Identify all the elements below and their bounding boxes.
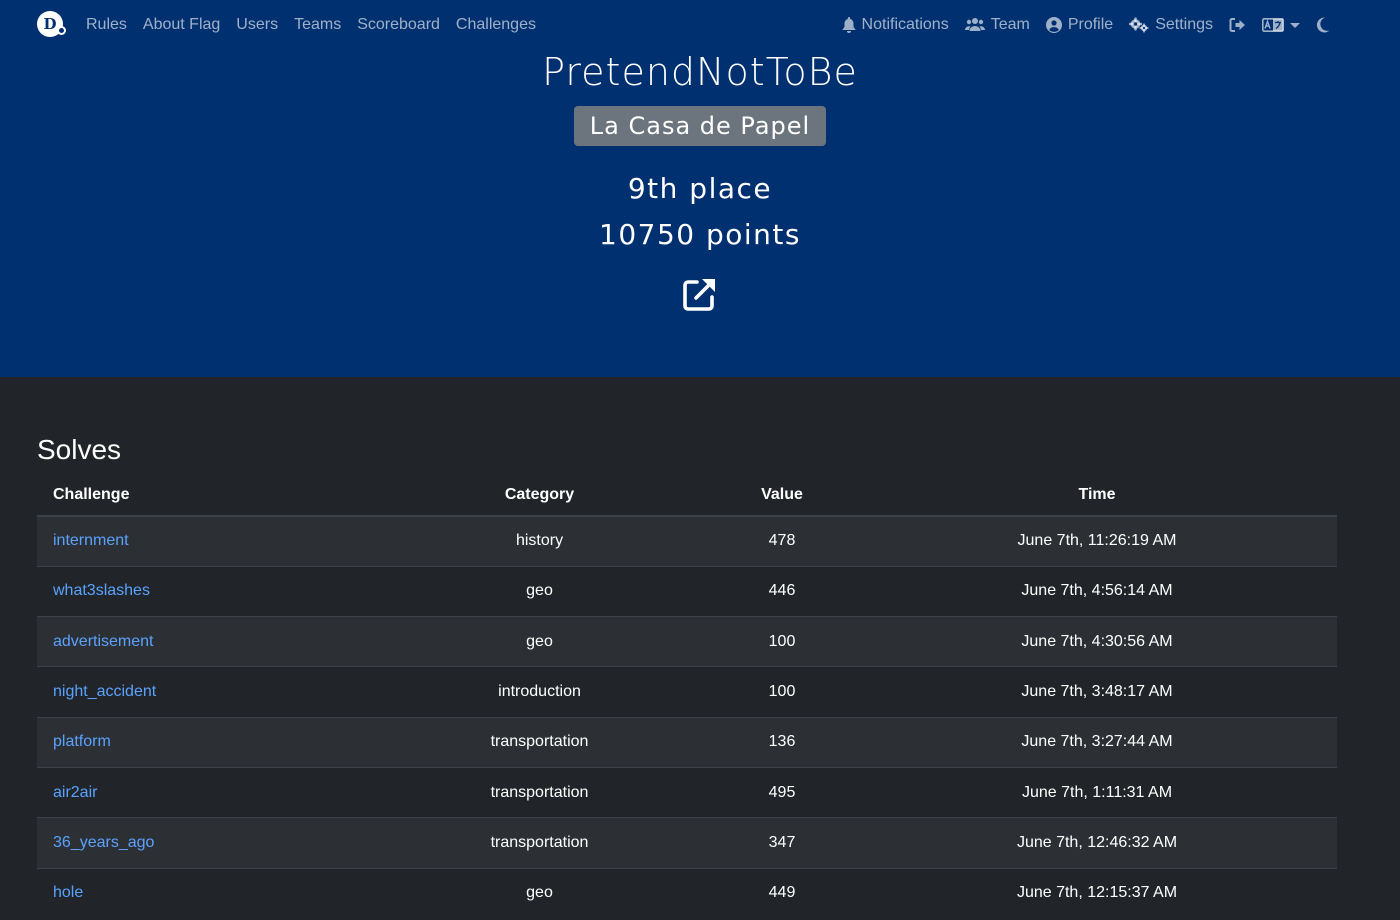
chevron-down-icon xyxy=(1290,22,1300,28)
table-row: internment history 478 June 7th, 11:26:1… xyxy=(37,515,1337,567)
solves-table: Challenge Category Value Time internment… xyxy=(37,474,1337,919)
challenge-link[interactable]: platform xyxy=(53,733,111,750)
nav-profile[interactable]: Profile xyxy=(1038,16,1121,34)
nav-team[interactable]: Team xyxy=(957,16,1038,34)
category-cell: transportation xyxy=(372,817,707,869)
time-cell: June 7th, 3:27:44 AM xyxy=(857,716,1337,768)
value-cell: 347 xyxy=(707,817,857,869)
value-cell: 100 xyxy=(707,616,857,667)
category-cell: history xyxy=(372,515,707,567)
value-cell: 136 xyxy=(707,716,857,768)
challenge-link[interactable]: what3slashes xyxy=(53,582,150,599)
solves-title: Solves xyxy=(37,434,122,465)
column-header-time: Time xyxy=(857,474,1337,517)
nav-profile-label: Profile xyxy=(1067,16,1114,33)
category-cell: transportation xyxy=(372,716,707,768)
nav-link-users[interactable]: Users xyxy=(228,16,286,34)
challenge-link[interactable]: air2air xyxy=(53,784,97,801)
team-info: PretendNotToBe La Casa de Papel 9th plac… xyxy=(0,50,1400,317)
sign-out-icon xyxy=(1229,18,1245,32)
table-row: platform transportation 136 June 7th, 3:… xyxy=(37,716,1337,768)
team-affiliation-badge: La Casa de Papel xyxy=(573,106,827,146)
time-cell: June 7th, 1:11:31 AM xyxy=(857,766,1337,818)
category-cell: geo xyxy=(372,616,707,667)
nav-link-challenges[interactable]: Challenges xyxy=(448,16,544,34)
nav-notifications-label: Notifications xyxy=(861,16,949,33)
bell-icon xyxy=(842,17,856,33)
brand-letter: D xyxy=(43,15,57,33)
nav-link-teams[interactable]: Teams xyxy=(286,16,349,34)
column-header-challenge: Challenge xyxy=(37,474,372,517)
category-cell: transportation xyxy=(372,766,707,818)
team-header: PretendNotToBe La Casa de Papel 9th plac… xyxy=(0,0,1400,377)
time-cell: June 7th, 4:56:14 AM xyxy=(857,565,1337,617)
time-cell: June 7th, 12:46:32 AM xyxy=(857,817,1337,869)
nav-team-label: Team xyxy=(990,16,1030,33)
user-circle-icon xyxy=(1045,17,1062,33)
nav-link-about-flag[interactable]: About Flag xyxy=(135,16,228,34)
nav-link-scoreboard[interactable]: Scoreboard xyxy=(349,16,448,34)
logout-button[interactable] xyxy=(1221,17,1254,33)
challenge-link[interactable]: advertisement xyxy=(53,633,154,650)
column-header-value: Value xyxy=(707,474,857,517)
challenge-link[interactable]: internment xyxy=(53,532,129,549)
time-cell: June 7th, 4:30:56 AM xyxy=(857,616,1337,667)
table-row: 36_years_ago transportation 347 June 7th… xyxy=(37,817,1337,869)
team-name: PretendNotToBe xyxy=(542,50,858,94)
table-row: advertisement geo 100 June 7th, 4:30:56 … xyxy=(37,616,1337,667)
column-header-category: Category xyxy=(372,474,707,517)
nav-settings-label: Settings xyxy=(1155,16,1213,33)
value-cell: 449 xyxy=(707,867,857,919)
value-cell: 100 xyxy=(707,666,857,718)
nav-settings[interactable]: Settings xyxy=(1121,16,1221,34)
category-cell: geo xyxy=(372,565,707,617)
team-points: 10750 points xyxy=(599,218,801,251)
table-row: what3slashes geo 446 June 7th, 4:56:14 A… xyxy=(37,565,1337,617)
theme-toggle[interactable] xyxy=(1308,17,1338,33)
brand-logo[interactable]: D xyxy=(37,11,66,37)
table-row: night_accident introduction 100 June 7th… xyxy=(37,666,1337,718)
nav-notifications[interactable]: Notifications xyxy=(834,16,957,34)
nav-right: Notifications Team Profile Settings xyxy=(834,0,1338,50)
users-icon xyxy=(964,18,985,31)
category-cell: introduction xyxy=(372,666,707,718)
external-link-icon[interactable] xyxy=(682,276,718,312)
value-cell: 495 xyxy=(707,766,857,818)
challenge-link[interactable]: night_accident xyxy=(53,683,156,700)
table-row: air2air transportation 495 June 7th, 1:1… xyxy=(37,766,1337,818)
language-dropdown[interactable] xyxy=(1254,18,1308,32)
challenge-link[interactable]: hole xyxy=(53,884,83,901)
top-navbar: D Rules About Flag Users Teams Scoreboar… xyxy=(0,0,1400,50)
nav-links: Rules About Flag Users Teams Scoreboard … xyxy=(78,0,544,50)
nav-link-rules[interactable]: Rules xyxy=(78,16,135,34)
time-cell: June 7th, 11:26:19 AM xyxy=(857,515,1337,567)
team-place: 9th place xyxy=(627,172,773,205)
moon-icon xyxy=(1316,17,1330,33)
time-cell: June 7th, 12:15:37 AM xyxy=(857,867,1337,919)
category-cell: geo xyxy=(372,867,707,919)
time-cell: June 7th, 3:48:17 AM xyxy=(857,666,1337,718)
language-icon xyxy=(1262,18,1284,32)
table-row: hole geo 449 June 7th, 12:15:37 AM xyxy=(37,867,1337,919)
challenge-link[interactable]: 36_years_ago xyxy=(53,834,154,851)
value-cell: 446 xyxy=(707,565,857,617)
value-cell: 478 xyxy=(707,515,857,567)
solves-table-header: Challenge Category Value Time xyxy=(37,474,1337,517)
brand-logo-dot xyxy=(57,26,66,35)
cogs-icon xyxy=(1129,17,1149,33)
